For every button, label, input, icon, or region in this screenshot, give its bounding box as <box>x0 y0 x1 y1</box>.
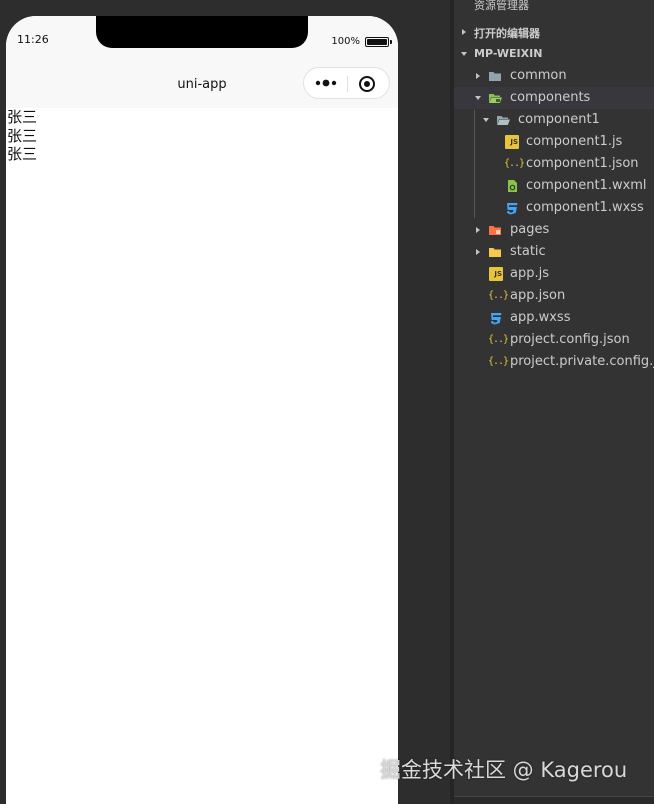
section-open-editors[interactable]: 打开的编辑器 <box>454 21 654 43</box>
status-time: 11:26 <box>17 33 49 46</box>
capsule-divider <box>347 76 348 92</box>
css-file-icon <box>507 203 518 215</box>
page-content: 张三 张三 张三 <box>6 108 398 804</box>
explorer-panel: 资源管理器 ··· 打开的编辑器 MP-WEIXIN common compon… <box>454 0 654 804</box>
tree-file-app-js[interactable]: JS app.js <box>454 263 654 285</box>
css-file-icon <box>491 313 502 325</box>
phone-screen: 11:26 100% uni-app 张三 张三 张三 <box>6 16 398 804</box>
pages-folder-icon <box>489 226 501 235</box>
tree-folder-component1[interactable]: component1 <box>454 109 654 131</box>
content-line: 张三 <box>7 145 38 163</box>
explorer-bottom-strip <box>454 796 654 804</box>
chevron-down-icon <box>461 52 467 56</box>
tree-label: component1.wxml <box>526 178 647 193</box>
javascript-file-icon: JS <box>505 135 519 149</box>
battery-percentage: 100% <box>331 36 360 47</box>
tree-label: component1 <box>518 112 600 127</box>
json-file-icon: {..} <box>504 158 525 169</box>
tree-file-component1-json[interactable]: {..} component1.json <box>454 153 654 175</box>
phone-notch <box>96 16 308 48</box>
chevron-right-icon <box>476 73 480 79</box>
components-folder-open-icon <box>489 94 502 103</box>
tree-file-component1-js[interactable]: JS component1.js <box>454 131 654 153</box>
chevron-down-icon <box>483 118 489 122</box>
tree-label: static <box>510 244 546 259</box>
chevron-down-icon <box>475 96 481 100</box>
chevron-right-icon <box>476 227 480 233</box>
folder-open-icon <box>497 116 510 125</box>
tree-label: pages <box>510 222 550 237</box>
tree-label: app.wxss <box>510 310 571 325</box>
tree-label: components <box>510 90 591 105</box>
tree-folder-components[interactable]: components <box>454 87 654 109</box>
tree-file-app-wxss[interactable]: app.wxss <box>454 307 654 329</box>
json-file-icon: {..} <box>488 356 509 367</box>
tree-label: common <box>510 68 567 83</box>
tree-file-component1-wxml[interactable]: component1.wxml <box>454 175 654 197</box>
wxml-file-icon <box>508 180 517 192</box>
tree-label: app.json <box>510 288 566 303</box>
tree-label: project.private.config.js... <box>510 354 654 369</box>
section-label: 打开的编辑器 <box>474 27 540 40</box>
javascript-file-icon: JS <box>489 267 503 281</box>
simulator-panel: 11:26 100% uni-app 张三 张三 张三 <box>0 0 450 804</box>
json-file-icon: {..} <box>488 334 509 345</box>
tree-label: component1.json <box>526 156 639 171</box>
tree-folder-common[interactable]: common <box>454 65 654 87</box>
content-line: 张三 <box>7 108 38 126</box>
chevron-right-icon <box>476 249 480 255</box>
json-file-icon: {..} <box>488 290 509 301</box>
tree-label: component1.wxss <box>526 200 644 215</box>
static-folder-icon <box>489 248 501 257</box>
folder-icon <box>489 72 501 81</box>
tree-file-project-private-config[interactable]: {..} project.private.config.js... <box>454 351 654 373</box>
tree-file-component1-wxss[interactable]: component1.wxss <box>454 197 654 219</box>
tree-folder-static[interactable]: static <box>454 241 654 263</box>
navigation-bar: uni-app <box>6 60 398 108</box>
battery-icon <box>365 37 392 47</box>
tree-file-app-json[interactable]: {..} app.json <box>454 285 654 307</box>
section-label: MP-WEIXIN <box>474 47 543 60</box>
tree-label: project.config.json <box>510 332 630 347</box>
more-dots-icon[interactable] <box>314 77 338 89</box>
close-miniprogram-icon[interactable] <box>358 75 376 93</box>
explorer-title: 资源管理器 <box>474 0 529 12</box>
explorer-more-icon[interactable]: ··· <box>623 0 636 8</box>
tree-file-project-config[interactable]: {..} project.config.json <box>454 329 654 351</box>
content-line: 张三 <box>7 126 38 145</box>
tree-folder-pages[interactable]: pages <box>454 219 654 241</box>
tree-label: component1.js <box>526 134 623 149</box>
menu-capsule <box>303 67 390 99</box>
section-project[interactable]: MP-WEIXIN <box>454 43 654 65</box>
tree-label: app.js <box>510 266 549 281</box>
chevron-right-icon <box>462 29 466 35</box>
watermark: 掘金技术社区 @ Kagerou <box>380 758 628 782</box>
